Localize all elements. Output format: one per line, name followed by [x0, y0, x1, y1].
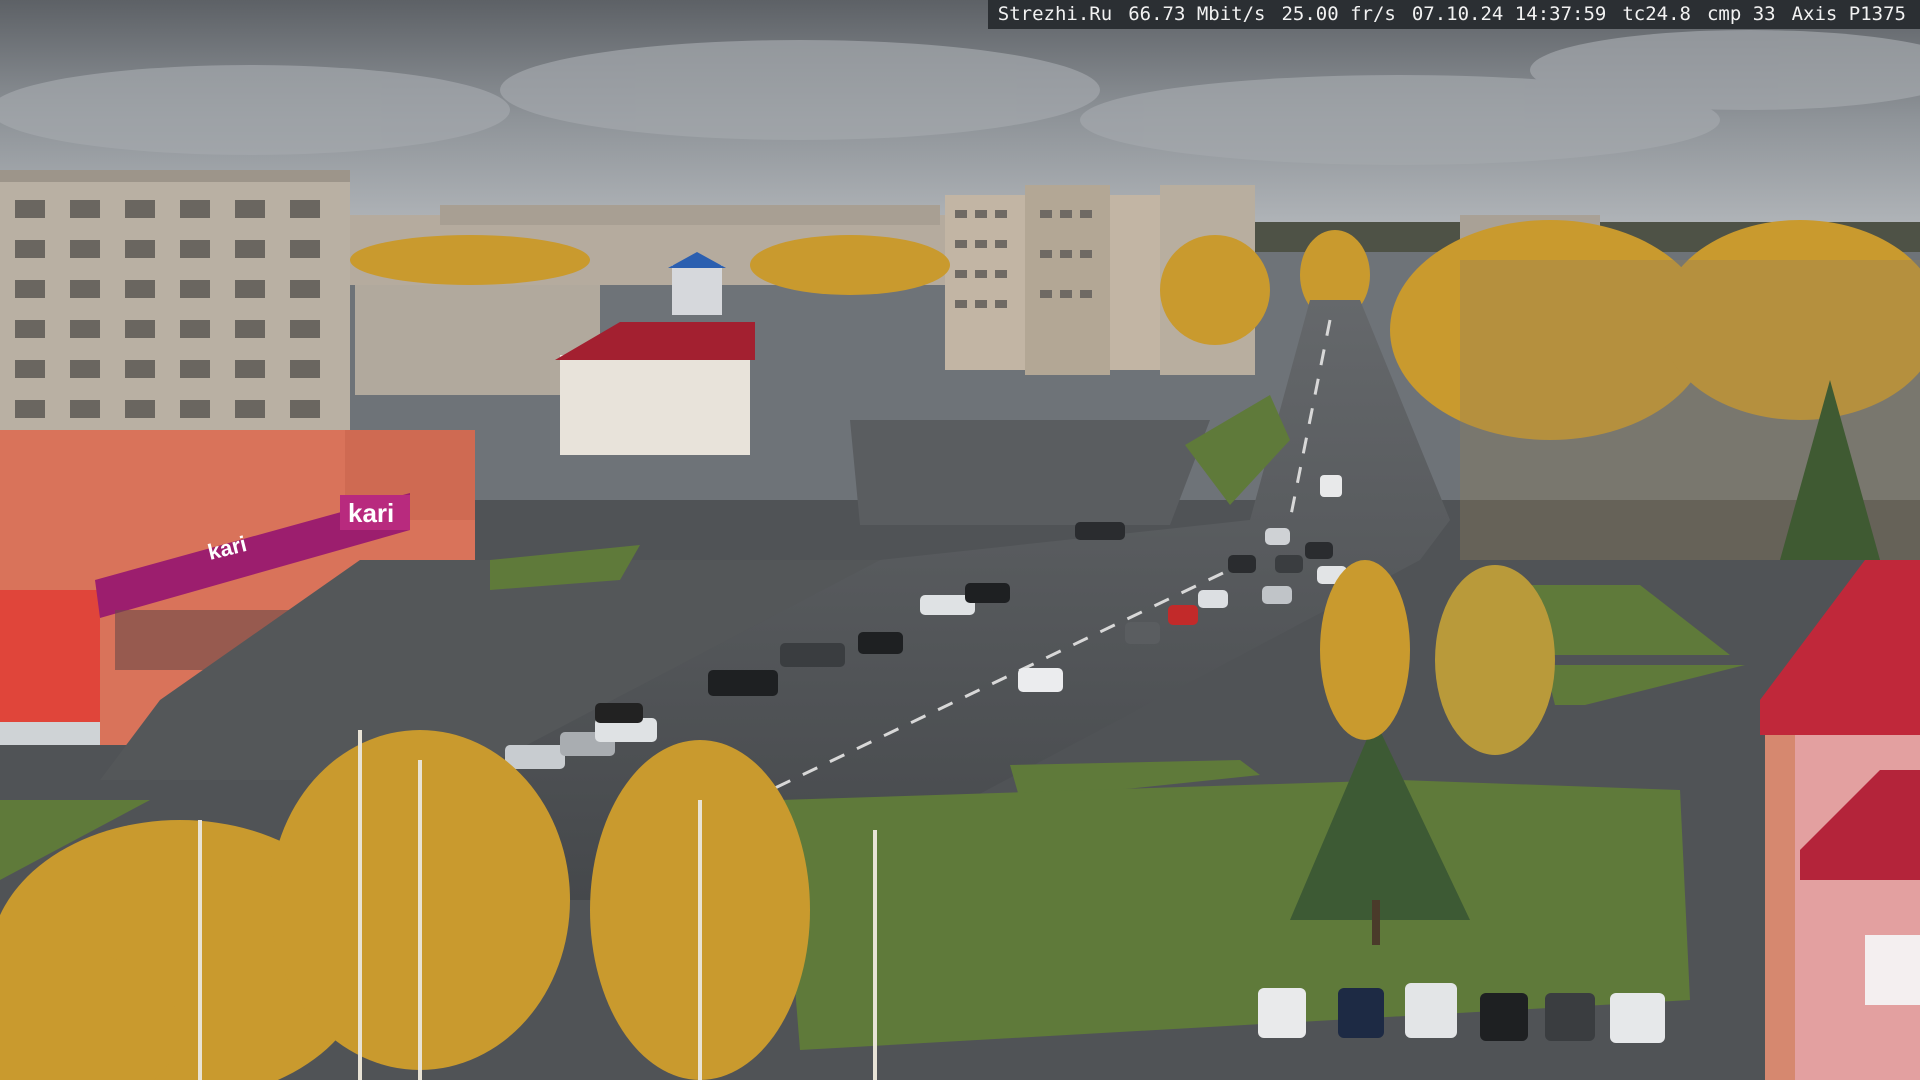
- overlay-camera: Axis P1375: [1791, 3, 1906, 25]
- street-scene: kari kari: [0, 0, 1920, 1080]
- right-birch-trees: [1460, 260, 1920, 560]
- kari-main-logo: kari: [348, 498, 394, 528]
- overlay-fps: 25.00 fr/s: [1281, 3, 1396, 25]
- overlay-bitrate: 66.73 Mbit/s: [1128, 3, 1266, 25]
- plaza: [850, 420, 1210, 525]
- central-tower-building: [945, 185, 1160, 375]
- yellow-tree-center: [1320, 560, 1410, 740]
- overlay-site: Strezhi.Ru: [997, 3, 1113, 25]
- overlay-datetime: 07.10.24 14:37:59: [1411, 3, 1607, 25]
- overlay-cmp: cmp 33: [1706, 3, 1776, 25]
- camera-info-overlay: Strezhi.Ru 66.73 Mbit/s 25.00 fr/s 07.10…: [987, 0, 1920, 29]
- overlay-tc: tc24.8: [1622, 3, 1691, 25]
- yellow-tree-right: [1435, 565, 1555, 755]
